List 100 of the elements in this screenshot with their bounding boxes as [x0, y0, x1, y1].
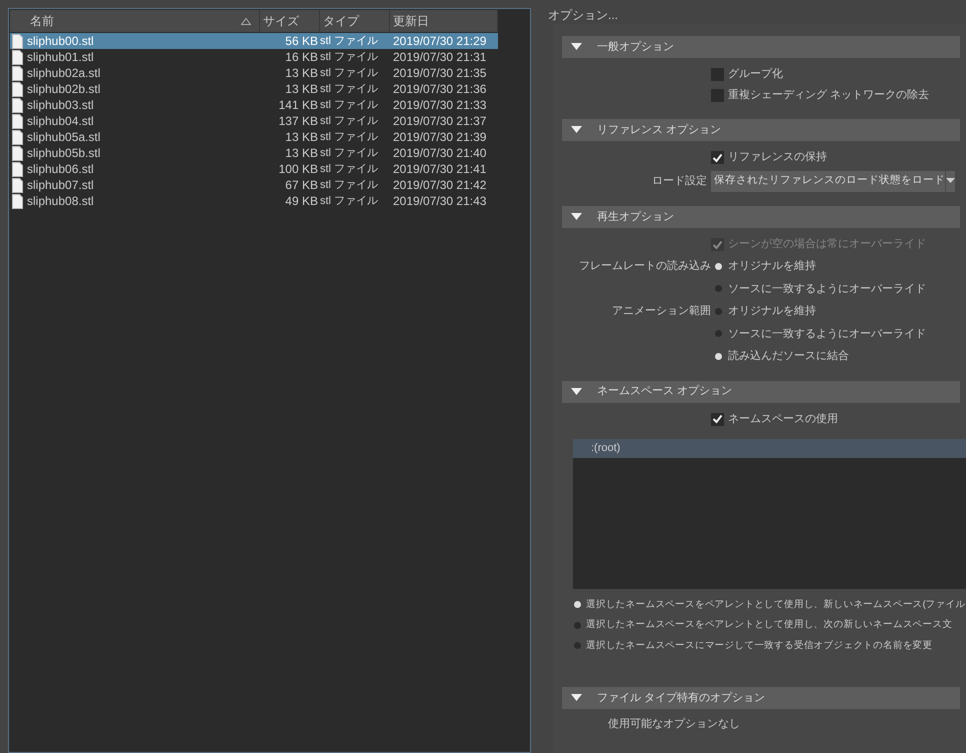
file-name: sliphub05a.stl [27, 129, 100, 146]
file-name: sliphub00.stl [27, 33, 94, 50]
group-label: アニメーション範囲 [612, 304, 711, 319]
column-header[interactable]: タイプ [320, 10, 390, 32]
file-type: stl ファイル [320, 194, 380, 209]
file-name: sliphub04.stl [27, 113, 94, 130]
file-size: 56 KB [284, 33, 319, 50]
radio-button[interactable] [574, 601, 581, 608]
file-date: 2019/07/30 21:31 [392, 49, 488, 66]
file-icon [12, 98, 23, 112]
section-header[interactable]: ネームスペース オプション [562, 380, 960, 402]
section-header[interactable]: ファイル タイプ特有のオプション [562, 687, 960, 709]
file-date: 2019/07/30 21:40 [392, 145, 488, 162]
section-header[interactable]: 再生オプション [562, 206, 960, 228]
file-date: 2019/07/30 21:37 [392, 113, 488, 130]
radio-button[interactable] [574, 622, 581, 629]
radio-button[interactable] [715, 285, 722, 292]
file-type: stl ファイル [320, 178, 380, 193]
radio-label: 選択したネームスペースをペアレントとして使用し、新しいネームスペース(ファイル [586, 598, 966, 612]
group-label: フレームレートの読み込み [579, 259, 711, 274]
file-row[interactable]: sliphub00.stl 56 KB stl ファイル 2019/07/30 21:29 [10, 33, 498, 49]
file-row[interactable]: sliphub03.stl 141 KB stl ファイル 2019/07/30 21:33 [10, 97, 498, 113]
section-header[interactable]: リファレンス オプション [562, 119, 960, 141]
dropdown[interactable]: 保存されたリファレンスのロード状態をロード [711, 170, 955, 192]
file-type: stl ファイル [320, 82, 380, 97]
file-size: 137 KB [278, 113, 319, 130]
checkbox[interactable] [711, 412, 724, 426]
file-type: stl ファイル [320, 98, 380, 113]
file-type: stl ファイル [320, 146, 380, 161]
file-icon [12, 66, 23, 80]
radio-label: オリジナルを維持 [728, 259, 816, 274]
collapse-triangle-icon [571, 694, 582, 702]
file-date: 2019/07/30 21:39 [392, 129, 488, 146]
file-size: 16 KB [284, 49, 319, 66]
file-size: 141 KB [278, 97, 319, 114]
namespace-item[interactable]: :(root) [573, 438, 966, 458]
file-date: 2019/07/30 21:41 [392, 161, 488, 178]
file-icon [12, 178, 23, 192]
file-size: 67 KB [284, 177, 319, 194]
file-size: 13 KB [284, 129, 319, 146]
file-icon [12, 130, 23, 144]
file-row[interactable]: sliphub06.stl 100 KB stl ファイル 2019/07/30 21:41 [10, 161, 498, 177]
namespace-list[interactable]: :(root) [573, 438, 966, 588]
radio-button[interactable] [715, 308, 722, 315]
checkbox-label: リファレンスの保持 [728, 150, 827, 166]
file-icon [12, 114, 23, 128]
file-row[interactable]: sliphub02a.stl 13 KB stl ファイル 2019/07/30 21:35 [10, 65, 498, 81]
file-size: 100 KB [278, 161, 319, 178]
file-name: sliphub06.stl [27, 161, 94, 178]
radio-button[interactable] [574, 642, 581, 650]
file-type: stl ファイル [320, 114, 380, 129]
file-row[interactable]: sliphub05b.stl 13 KB stl ファイル 2019/07/30 21:40 [10, 145, 498, 161]
file-row[interactable]: sliphub07.stl 67 KB stl ファイル 2019/07/30 21:42 [10, 177, 498, 193]
radio-label: 読み込んだソースに結合 [728, 349, 849, 364]
dropdown-arrow-icon [946, 178, 955, 184]
file-name: sliphub02b.stl [27, 81, 100, 98]
file-row[interactable]: sliphub01.stl 16 KB stl ファイル 2019/07/30 21:31 [10, 49, 498, 65]
radio-label: ソースに一致するようにオーバーライド [728, 326, 926, 342]
checkbox[interactable] [711, 68, 724, 81]
file-date: 2019/07/30 21:29 [392, 33, 488, 50]
column-header[interactable]: 更新日 [390, 10, 498, 32]
file-name: sliphub02a.stl [27, 65, 100, 82]
section-header[interactable]: 一般オプション [562, 36, 960, 58]
file-type: stl ファイル [320, 130, 380, 145]
file-size: 13 KB [284, 81, 319, 98]
file-icon [12, 34, 23, 48]
file-date: 2019/07/30 21:33 [392, 97, 488, 114]
file-size: 49 KB [284, 193, 319, 210]
file-row[interactable]: sliphub02b.stl 13 KB stl ファイル 2019/07/30 21:36 [10, 81, 498, 97]
checkbox-label: ネームスペースの使用 [728, 412, 838, 427]
radio-label: オリジナルを維持 [728, 304, 816, 319]
file-icon [12, 162, 23, 176]
file-row[interactable]: sliphub05a.stl 13 KB stl ファイル 2019/07/30 21:39 [10, 129, 498, 145]
file-icon [12, 50, 23, 64]
file-name: sliphub08.stl [27, 193, 94, 210]
field-label: ロード設定 [652, 174, 707, 189]
file-icon [12, 194, 23, 208]
radio-button[interactable] [715, 352, 722, 360]
file-date: 2019/07/30 21:36 [392, 81, 488, 98]
panel-title: オプション... [547, 7, 620, 24]
info-text: 使用可能なオプションなし [608, 716, 740, 732]
column-header[interactable]: サイズ [260, 10, 320, 32]
checkbox[interactable] [711, 89, 724, 102]
radio-button[interactable] [715, 330, 722, 338]
column-header[interactable]: 名前 [10, 10, 260, 32]
radio-button[interactable] [715, 262, 722, 270]
radio-label: ソースに一致するようにオーバーライド [728, 282, 926, 296]
radio-label: 選択したネームスペースをペアレントとして使用し、次の新しいネームスペース文 [586, 618, 952, 632]
radio-label: 選択したネームスペースにマージして一致する受信オブジェクトの名前を変更 [586, 638, 933, 653]
file-row[interactable]: sliphub08.stl 49 KB stl ファイル 2019/07/30 21:43 [10, 193, 498, 209]
checkbox[interactable] [711, 151, 724, 164]
file-type: stl ファイル [320, 162, 380, 177]
file-name: sliphub05b.stl [27, 145, 100, 162]
file-name: sliphub07.stl [27, 177, 94, 194]
file-size: 13 KB [284, 145, 319, 162]
file-row[interactable]: sliphub04.stl 137 KB stl ファイル 2019/07/30 21:37 [10, 113, 498, 129]
file-date: 2019/07/30 21:43 [392, 193, 488, 210]
collapse-triangle-icon [571, 126, 582, 134]
file-name: sliphub01.stl [27, 49, 94, 66]
collapse-triangle-icon [571, 43, 582, 51]
